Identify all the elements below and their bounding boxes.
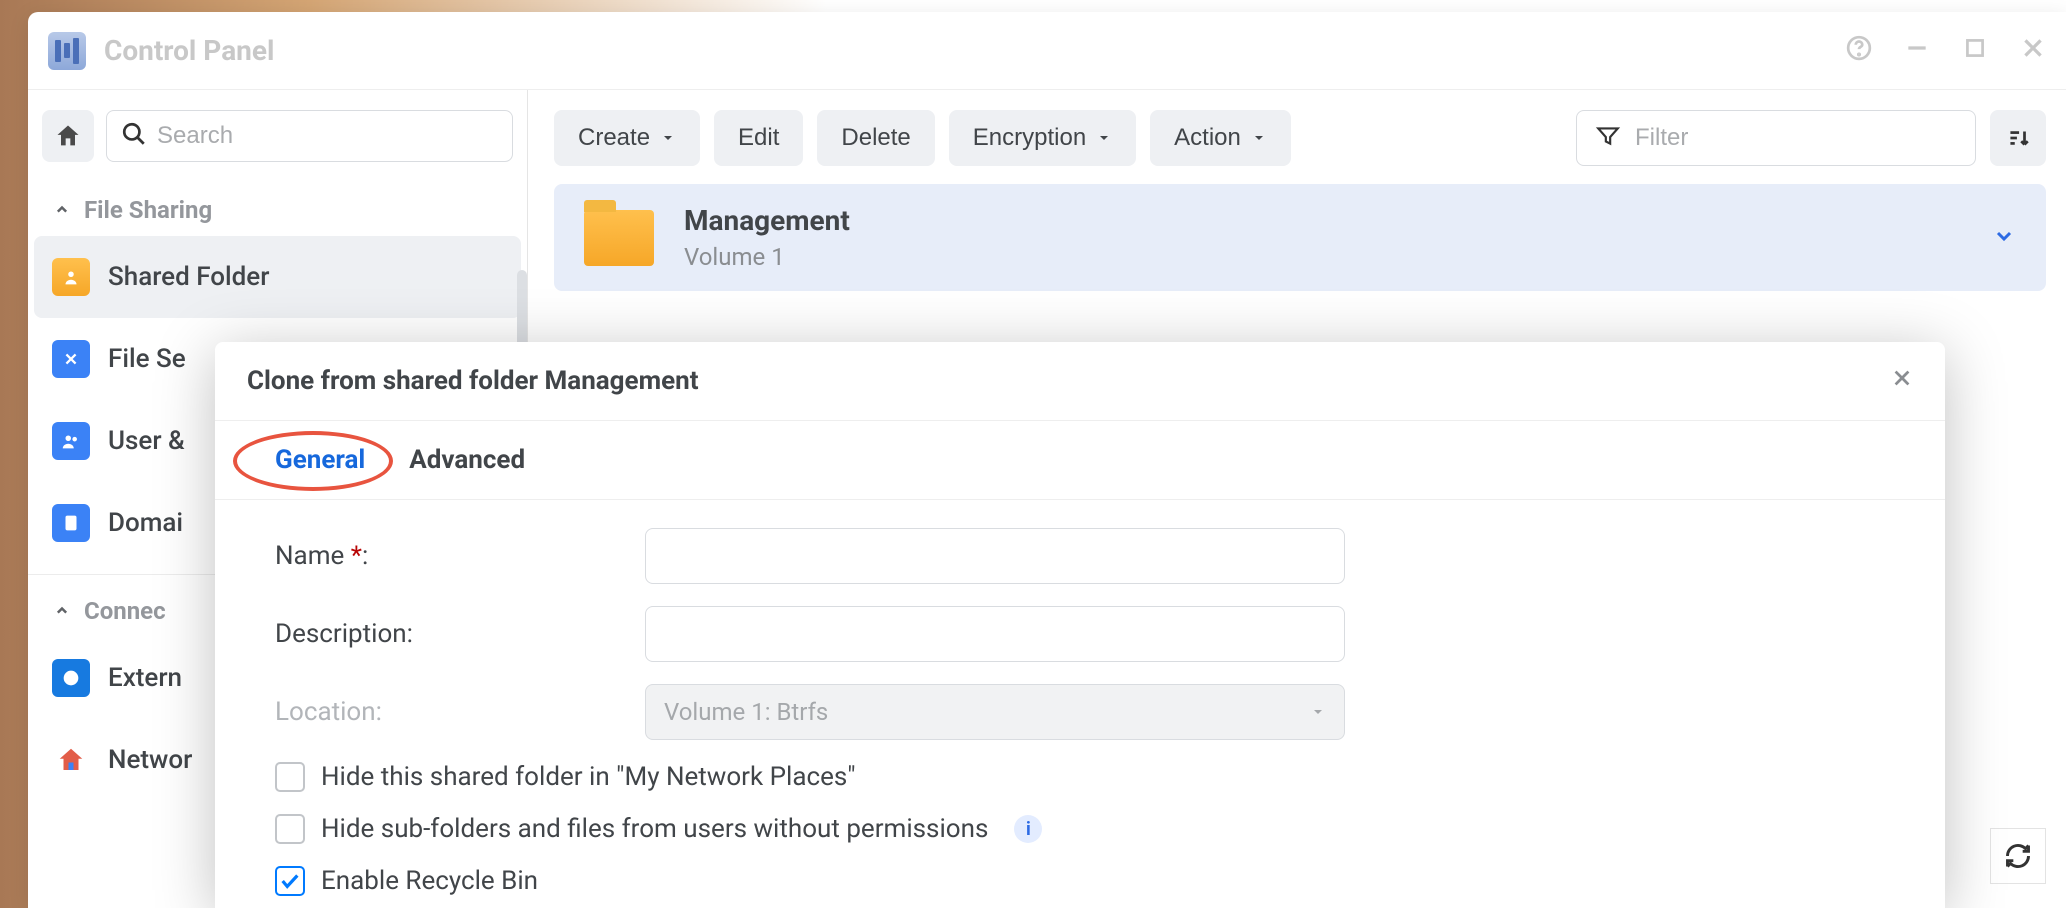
user-group-icon <box>52 422 90 460</box>
window-controls <box>1846 35 2046 67</box>
network-icon <box>52 741 90 779</box>
description-label: Description: <box>275 619 645 649</box>
encryption-button[interactable]: Encryption <box>949 110 1136 166</box>
sidebar-item-label: Domai <box>108 508 183 538</box>
create-label: Create <box>578 124 650 152</box>
section-connectivity-label: Connec <box>84 597 166 625</box>
delete-label: Delete <box>841 124 910 152</box>
sort-button[interactable] <box>1990 110 2046 166</box>
external-icon <box>52 659 90 697</box>
filter-input[interactable] <box>1635 124 1957 152</box>
maximize-icon[interactable] <box>1962 35 1988 67</box>
folder-name: Management <box>684 204 850 237</box>
file-services-icon <box>52 340 90 378</box>
tab-advanced[interactable]: Advanced <box>409 445 525 499</box>
create-button[interactable]: Create <box>554 110 700 166</box>
hide-sub-label: Hide sub-folders and files from users wi… <box>321 814 988 844</box>
action-label: Action <box>1174 124 1241 152</box>
hide-sub-checkbox[interactable] <box>275 814 305 844</box>
location-label: Location: <box>275 697 645 727</box>
app-icon <box>48 32 86 70</box>
sidebar-item-shared-folder[interactable]: Shared Folder <box>34 236 521 318</box>
expand-icon[interactable] <box>1992 224 2016 252</box>
caret-down-icon <box>660 130 676 146</box>
filter-field-wrap[interactable] <box>1576 110 1976 166</box>
clone-modal: Clone from shared folder Management Gene… <box>215 342 1945 908</box>
section-file-sharing-label: File Sharing <box>84 196 212 224</box>
search-input[interactable] <box>157 122 498 150</box>
sidebar-item-label: Networ <box>108 745 192 775</box>
folder-icon <box>52 258 90 296</box>
location-select: Volume 1: Btrfs <box>645 684 1345 740</box>
domain-icon <box>52 504 90 542</box>
sidebar-item-label: Shared Folder <box>108 262 269 292</box>
recycle-checkbox[interactable] <box>275 866 305 896</box>
hide-network-checkbox[interactable] <box>275 762 305 792</box>
minimize-icon[interactable] <box>1904 35 1930 67</box>
sidebar-item-label: Extern <box>108 663 182 693</box>
sidebar-item-label: File Se <box>108 344 186 374</box>
section-file-sharing[interactable]: File Sharing <box>28 184 527 236</box>
info-icon[interactable]: i <box>1014 815 1042 843</box>
search-icon <box>121 121 147 151</box>
location-value: Volume 1: Btrfs <box>664 698 828 726</box>
name-input[interactable] <box>645 528 1345 584</box>
help-icon[interactable] <box>1846 35 1872 67</box>
filter-icon <box>1595 123 1621 153</box>
recycle-row[interactable]: Enable Recycle Bin <box>275 866 1885 896</box>
refresh-button[interactable] <box>1990 828 2046 884</box>
folder-icon <box>584 210 654 266</box>
sidebar-item-label: User & <box>108 426 185 456</box>
edit-button[interactable]: Edit <box>714 110 803 166</box>
close-icon[interactable] <box>2020 35 2046 67</box>
toolbar: Create Edit Delete Encryption Action <box>554 110 2046 166</box>
caret-down-icon <box>1096 130 1112 146</box>
encryption-label: Encryption <box>973 124 1086 152</box>
window-title: Control Panel <box>104 34 274 67</box>
caret-down-icon <box>1310 704 1326 720</box>
home-button[interactable] <box>42 110 94 162</box>
caret-down-icon <box>1251 130 1267 146</box>
titlebar: Control Panel <box>28 12 2066 90</box>
delete-button[interactable]: Delete <box>817 110 934 166</box>
recycle-label: Enable Recycle Bin <box>321 866 538 896</box>
hide-sub-row[interactable]: Hide sub-folders and files from users wi… <box>275 814 1885 844</box>
edit-label: Edit <box>738 124 779 152</box>
folder-volume: Volume 1 <box>684 243 850 271</box>
action-button[interactable]: Action <box>1150 110 1291 166</box>
hide-network-label: Hide this shared folder in "My Network P… <box>321 762 856 792</box>
name-label: Name *: <box>275 541 645 571</box>
search-field-wrap[interactable] <box>106 110 513 162</box>
modal-close-button[interactable] <box>1891 367 1913 395</box>
hide-network-row[interactable]: Hide this shared folder in "My Network P… <box>275 762 1885 792</box>
modal-title: Clone from shared folder Management <box>247 366 699 396</box>
folder-row-management[interactable]: Management Volume 1 <box>554 184 2046 291</box>
tab-general[interactable]: General <box>275 445 365 499</box>
description-input[interactable] <box>645 606 1345 662</box>
